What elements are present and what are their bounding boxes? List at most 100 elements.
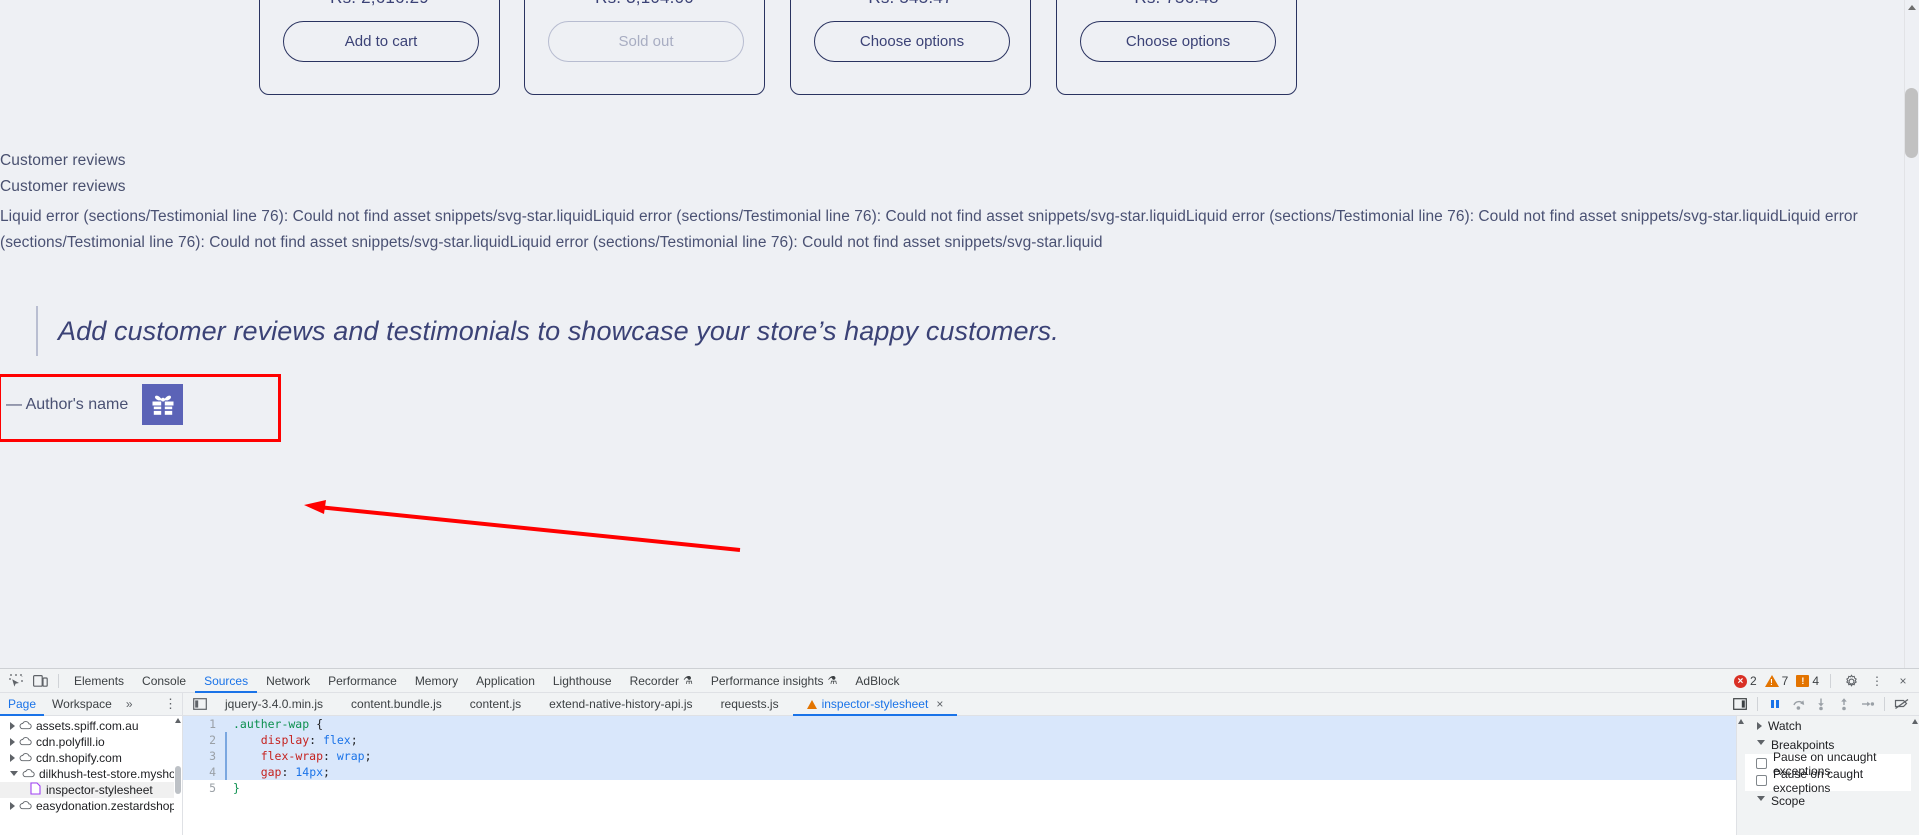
liquid-error-message: Liquid error (sections/Testimonial line … <box>0 208 1858 251</box>
tab-adblock[interactable]: AdBlock <box>846 669 908 693</box>
code-line: 1 .auther-wap { <box>183 716 1736 732</box>
code-editor-pane[interactable]: 1 .auther-wap { 2 display: flex; 3 flex-… <box>183 716 1736 835</box>
chevron-right-icon[interactable] <box>10 722 15 730</box>
choose-options-button[interactable]: Choose options <box>1080 21 1276 62</box>
navigator-scrollbar[interactable] <box>174 716 182 835</box>
tree-item-domain[interactable]: cdn.polyfill.io <box>0 734 182 750</box>
info-count[interactable]: ! 4 <box>1793 674 1822 688</box>
scroll-up-arrow-icon[interactable] <box>1912 719 1918 724</box>
checkbox-icon[interactable] <box>1756 758 1767 769</box>
chevron-down-icon[interactable] <box>1757 740 1765 749</box>
cloud-icon <box>19 799 32 813</box>
file-tab-content-bundle[interactable]: content.bundle.js <box>337 693 456 716</box>
cloud-icon <box>19 751 32 765</box>
tab-lighthouse[interactable]: Lighthouse <box>544 669 621 693</box>
sidebar-section-watch[interactable]: Watch <box>1745 716 1911 735</box>
tree-item-label: assets.spiff.com.au <box>36 719 139 733</box>
chevron-right-icon[interactable] <box>10 738 15 746</box>
file-tab-inspector-stylesheet[interactable]: inspector-stylesheet × <box>793 693 958 716</box>
scroll-up-arrow-icon[interactable] <box>1908 5 1916 10</box>
sidebar-scroll-right[interactable] <box>1911 716 1919 835</box>
step-icon[interactable] <box>1856 693 1878 715</box>
chevron-right-icon[interactable] <box>1757 721 1762 730</box>
tree-item-domain[interactable]: assets.spiff.com.au <box>0 718 182 734</box>
cloud-icon <box>19 735 32 749</box>
product-card[interactable]: Rs. 756.48 Choose options <box>1056 0 1297 95</box>
sold-out-button: Sold out <box>548 21 744 62</box>
devtools-main-tabstrip: Elements Console Sources Network Perform… <box>0 669 1919 693</box>
inspect-element-icon[interactable] <box>4 670 28 692</box>
author-name: — Author's name <box>6 395 129 413</box>
scroll-up-arrow-icon[interactable] <box>175 718 181 723</box>
product-card[interactable]: Rs. 3,104.00 Sold out <box>524 0 765 95</box>
info-icon: ! <box>1796 675 1810 687</box>
step-into-icon[interactable] <box>1810 693 1832 715</box>
scroll-up-arrow-icon[interactable] <box>1738 719 1744 724</box>
device-toolbar-icon[interactable] <box>28 670 52 692</box>
add-to-cart-button[interactable]: Add to cart <box>283 21 479 62</box>
pause-script-icon[interactable] <box>1764 693 1786 715</box>
product-card[interactable]: Rs. 2,616.29 Add to cart <box>259 0 500 95</box>
settings-gear-icon[interactable] <box>1839 670 1863 692</box>
nav-tab-workspace[interactable]: Workspace <box>44 693 120 716</box>
debugger-controls <box>1729 693 1913 716</box>
css-brace: { <box>309 717 324 731</box>
file-tab-jquery[interactable]: jquery-3.4.0.min.js <box>211 693 337 716</box>
choose-options-button[interactable]: Choose options <box>814 21 1010 62</box>
pause-on-caught-exceptions-row[interactable]: Pause on caught exceptions <box>1745 767 1911 795</box>
tab-sources[interactable]: Sources <box>195 669 257 693</box>
file-tab-content[interactable]: content.js <box>456 693 535 716</box>
deactivate-breakpoints-icon[interactable] <box>1891 693 1913 715</box>
toggle-debugger-sidebar-icon[interactable] <box>1729 693 1751 715</box>
devtools-panel: Elements Console Sources Network Perform… <box>0 668 1919 835</box>
nav-more-options-kebab-icon[interactable]: ⋮ <box>164 696 177 712</box>
step-out-icon[interactable] <box>1833 693 1855 715</box>
author-wrap: — Author's name <box>6 384 184 425</box>
close-devtools-icon[interactable]: × <box>1891 670 1915 692</box>
customer-reviews-heading: Customer reviews <box>0 152 126 169</box>
tab-application[interactable]: Application <box>467 669 544 693</box>
breakpoints-options: Pause on uncaught exceptions Pause on ca… <box>1745 750 1911 795</box>
chevron-down-icon[interactable] <box>1757 796 1765 805</box>
sidebar-section-label: Scope <box>1771 793 1806 808</box>
step-over-icon[interactable] <box>1787 693 1809 715</box>
tree-item-label: cdn.polyfill.io <box>36 735 105 749</box>
close-tab-icon[interactable]: × <box>936 697 943 711</box>
toolbar-divider <box>1884 697 1885 711</box>
navigator-scrollbar-thumb[interactable] <box>175 766 181 794</box>
file-tab-extend-native-history-api[interactable]: extend-native-history-api.js <box>535 693 706 716</box>
tab-performance[interactable]: Performance <box>319 669 406 693</box>
error-count[interactable]: × 2 <box>1731 674 1760 688</box>
page-scrollbar-thumb[interactable] <box>1905 88 1918 158</box>
sources-body: assets.spiff.com.au cdn.polyfill.io cdn.… <box>0 716 1919 835</box>
toolbar-divider <box>1830 674 1831 688</box>
tree-item-file-inspector-stylesheet[interactable]: inspector-stylesheet <box>0 782 182 798</box>
tree-item-domain[interactable]: cdn.shopify.com <box>0 750 182 766</box>
line-number: 1 <box>209 717 216 731</box>
more-tabs-chevron-icon[interactable]: » <box>120 697 139 711</box>
warning-count[interactable]: 7 <box>1762 674 1792 688</box>
product-price: Rs. 2,616.29 <box>260 0 499 8</box>
toggle-navigator-panel-icon[interactable] <box>189 693 211 715</box>
file-tab-requests[interactable]: requests.js <box>707 693 793 716</box>
tab-recorder[interactable]: Recorder ⚗ <box>621 669 702 693</box>
tab-performance-insights[interactable]: Performance insights ⚗ <box>702 669 847 693</box>
page-scrollbar[interactable] <box>1904 0 1919 668</box>
chevron-down-icon[interactable] <box>10 770 18 780</box>
tab-memory[interactable]: Memory <box>406 669 467 693</box>
chevron-right-icon[interactable] <box>10 754 15 762</box>
product-card[interactable]: Rs. 545.47 Choose options <box>790 0 1031 95</box>
css-property: display <box>260 733 310 747</box>
checkbox-icon[interactable] <box>1756 775 1767 786</box>
sidebar-scroll-left[interactable] <box>1737 716 1745 835</box>
tree-item-domain-expanded[interactable]: dilkhush-test-store.myshopify <box>0 766 182 782</box>
nav-tab-page[interactable]: Page <box>0 693 44 716</box>
tab-elements[interactable]: Elements <box>65 669 133 693</box>
chevron-right-icon[interactable] <box>10 802 15 810</box>
customer-reviews-subheading: Customer reviews <box>0 178 126 195</box>
tab-network[interactable]: Network <box>257 669 319 693</box>
tree-item-domain[interactable]: easydonation.zestardshop.co <box>0 798 182 814</box>
tab-console[interactable]: Console <box>133 669 195 693</box>
code-line: 2 display: flex; <box>183 732 1736 748</box>
more-options-kebab-icon[interactable]: ⋮ <box>1865 670 1889 692</box>
